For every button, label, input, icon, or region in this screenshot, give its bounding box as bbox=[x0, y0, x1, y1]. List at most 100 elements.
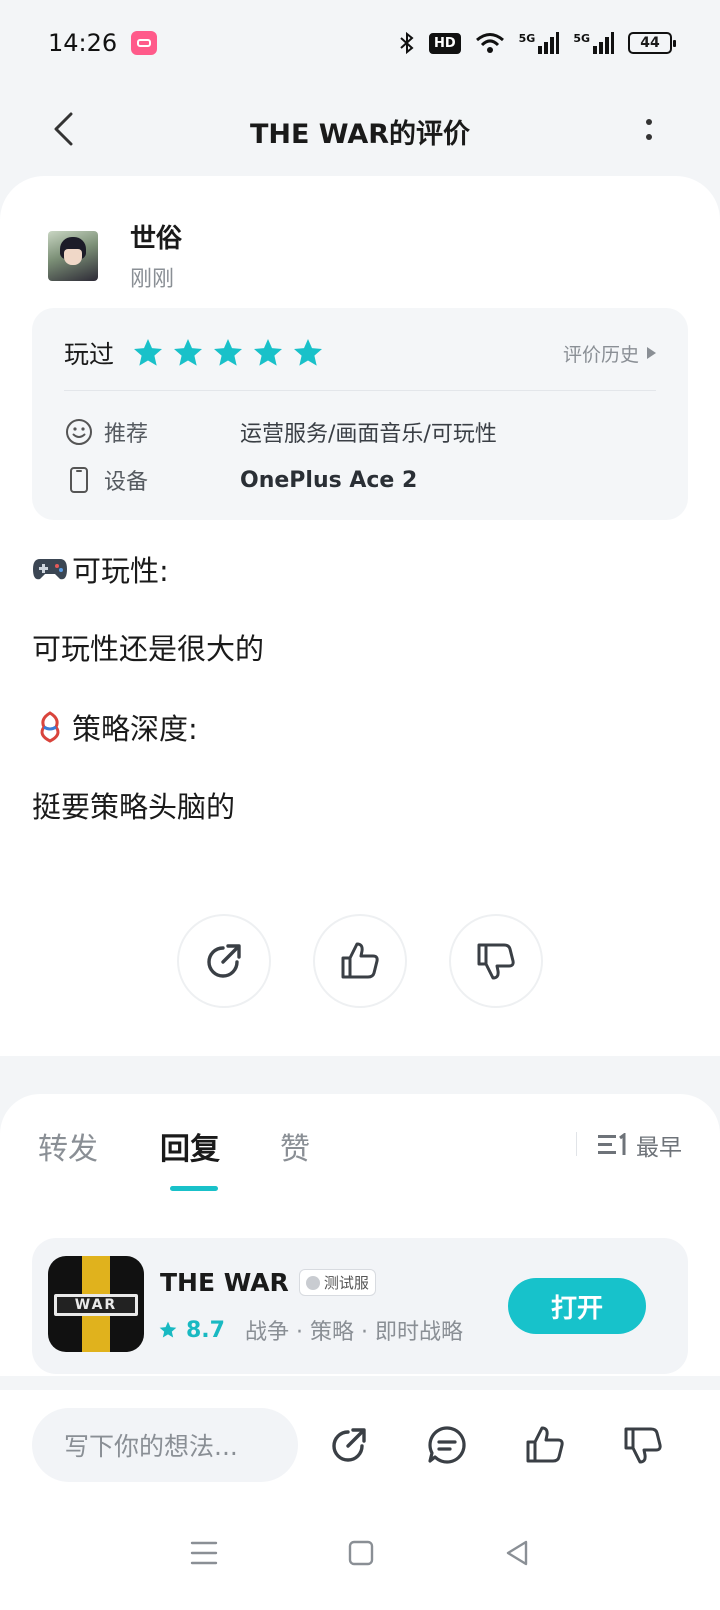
comment-icon bbox=[428, 1426, 466, 1464]
hd-label: HD bbox=[428, 32, 461, 54]
app-score: 8.7 bbox=[186, 1317, 225, 1343]
beta-icon bbox=[305, 1275, 320, 1290]
status-icons: HD 5G 5G 44 bbox=[399, 31, 676, 55]
home-square-icon bbox=[348, 1540, 374, 1566]
tab-forward[interactable]: 转发 bbox=[38, 1124, 98, 1168]
user-meta: 世俗 刚刚 bbox=[130, 218, 182, 293]
review-section-title: 可玩性: bbox=[32, 548, 169, 590]
section-text: 可玩性还是很大的 bbox=[32, 632, 265, 666]
more-dot bbox=[646, 133, 652, 140]
status-time: 14:26 bbox=[48, 29, 118, 57]
app-name: THE WAR bbox=[160, 1268, 289, 1297]
rating-row: 玩过 评价历史 bbox=[64, 336, 656, 370]
divider bbox=[64, 390, 656, 391]
user-row: 世俗 刚刚 bbox=[48, 218, 182, 293]
signal-5g-label: 5G bbox=[573, 32, 590, 45]
star-icon bbox=[254, 339, 283, 366]
app-tag: 测试服 bbox=[298, 1269, 376, 1296]
smile-icon bbox=[64, 418, 94, 446]
signal-5g-label: 5G bbox=[518, 32, 536, 45]
tab-like[interactable]: 赞 bbox=[280, 1124, 310, 1168]
dislike-button[interactable] bbox=[620, 1422, 666, 1468]
app-icon: WAR bbox=[48, 1256, 144, 1352]
section-title: 可玩性: bbox=[72, 554, 169, 588]
battery-level: 44 bbox=[640, 35, 660, 51]
app-card[interactable]: WAR THE WAR 测试服 8.7 战争 · 策略 · 即时战略 打开 bbox=[32, 1238, 688, 1374]
star-icon bbox=[159, 1321, 177, 1338]
home-nav-button[interactable] bbox=[348, 1540, 374, 1570]
recommend-label: 推荐 bbox=[104, 422, 149, 447]
avatar[interactable] bbox=[48, 230, 98, 281]
app-icon-text: WAR bbox=[54, 1294, 138, 1316]
rating-box: 玩过 评价历史 推荐 运营服务/画面音乐/可玩性 设备 OnePlus Ace … bbox=[32, 308, 688, 520]
star-icon bbox=[214, 339, 243, 366]
menu-icon bbox=[190, 1541, 218, 1565]
signal-5g-icon: 5G bbox=[573, 32, 614, 54]
user-name[interactable]: 世俗 bbox=[130, 218, 182, 255]
like-button[interactable] bbox=[522, 1422, 568, 1468]
bluetooth-icon bbox=[399, 31, 415, 55]
comment-input[interactable]: 写下你的想法... bbox=[32, 1408, 298, 1482]
divider bbox=[576, 1132, 577, 1156]
app-badge-icon bbox=[131, 31, 158, 55]
hd-icon: HD bbox=[428, 32, 461, 54]
review-paragraph: 可玩性还是很大的 bbox=[32, 626, 264, 668]
share-icon bbox=[207, 944, 241, 978]
sort-button[interactable]: 最早 bbox=[598, 1128, 682, 1162]
back-nav-button[interactable] bbox=[504, 1539, 530, 1571]
tab-reply[interactable]: 回复 bbox=[160, 1124, 220, 1168]
share-button[interactable] bbox=[326, 1422, 372, 1468]
app-tag-label: 测试服 bbox=[323, 1274, 369, 1292]
tab-indicator bbox=[170, 1186, 218, 1191]
system-nav-bar bbox=[0, 1500, 720, 1610]
share-button[interactable] bbox=[177, 914, 271, 1008]
phone-icon bbox=[64, 466, 94, 494]
back-button[interactable] bbox=[36, 102, 90, 156]
menu-nav-button[interactable] bbox=[190, 1540, 218, 1570]
signal-5g-icon: 5G bbox=[519, 32, 560, 54]
comment-button[interactable] bbox=[424, 1422, 470, 1468]
star-icon bbox=[134, 339, 163, 366]
bottom-action-bar: 写下你的想法... bbox=[0, 1390, 720, 1500]
back-triangle-icon bbox=[506, 1540, 528, 1566]
thumbs-up-icon bbox=[341, 942, 379, 979]
sort-icon bbox=[598, 1133, 626, 1155]
sort-label: 最早 bbox=[636, 1135, 682, 1161]
rating-history-link[interactable]: 评价历史 bbox=[563, 340, 656, 367]
review-actions bbox=[0, 914, 720, 1008]
review-card: 世俗 刚刚 玩过 评价历史 推荐 运营服务/画面音乐/可玩性 设备 OnePlu… bbox=[0, 176, 720, 1056]
review-time: 刚刚 bbox=[130, 267, 175, 292]
interaction-section: 转发 回复 赞 最早 WAR THE WAR 测试服 8.7 战争 · 策略 ·… bbox=[0, 1094, 720, 1376]
triangle-right-icon bbox=[647, 347, 656, 359]
open-app-button[interactable]: 打开 bbox=[508, 1278, 646, 1334]
review-section-title: 策略深度: bbox=[32, 706, 198, 748]
gamepad-icon bbox=[32, 555, 68, 583]
top-nav: THE WAR的评价 bbox=[0, 86, 720, 176]
device-value: OnePlus Ace 2 bbox=[240, 467, 418, 493]
recommend-value: 运营服务/画面音乐/可玩性 bbox=[240, 422, 497, 447]
bottom-actions bbox=[326, 1422, 666, 1468]
section-text: 挺要策略头脑的 bbox=[32, 790, 236, 824]
app-title-row: THE WAR 测试服 bbox=[160, 1268, 376, 1297]
more-options-button[interactable] bbox=[634, 102, 664, 156]
status-bar: 14:26 HD 5G 5G 44 bbox=[0, 0, 720, 86]
share-icon bbox=[332, 1428, 366, 1462]
played-label: 玩过 bbox=[64, 340, 115, 369]
device-row: 设备 OnePlus Ace 2 bbox=[64, 462, 656, 498]
thumbs-up-icon bbox=[526, 1426, 564, 1463]
battery-icon: 44 bbox=[628, 32, 676, 54]
like-button[interactable] bbox=[313, 914, 407, 1008]
more-dot bbox=[646, 118, 652, 125]
star-icon bbox=[294, 339, 323, 366]
device-label: 设备 bbox=[104, 470, 149, 495]
history-label: 评价历史 bbox=[562, 343, 639, 366]
review-paragraph: 挺要策略头脑的 bbox=[32, 784, 235, 826]
thumbs-down-icon bbox=[477, 943, 515, 980]
star-rating bbox=[132, 337, 324, 369]
recommend-row: 推荐 运营服务/画面音乐/可玩性 bbox=[64, 414, 656, 450]
dislike-button[interactable] bbox=[449, 914, 543, 1008]
thumbs-down-icon bbox=[624, 1427, 662, 1464]
chevron-left-icon bbox=[54, 112, 73, 146]
app-genres: 战争 · 策略 · 即时战略 bbox=[244, 1320, 463, 1345]
strategy-icon bbox=[32, 709, 68, 745]
